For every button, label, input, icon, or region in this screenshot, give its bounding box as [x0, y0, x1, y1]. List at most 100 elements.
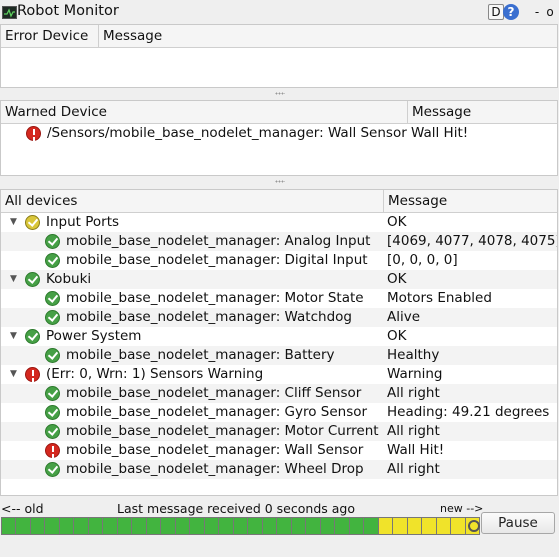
device-message: Heading: 49.21 degrees — [387, 404, 550, 420]
timeline-segment[interactable] — [291, 518, 306, 534]
splitter-handle[interactable] — [0, 90, 559, 98]
error-message-column-header[interactable]: Message — [98, 25, 557, 47]
device-name: mobile_base_nodelet_manager: Wall Sensor — [66, 442, 364, 458]
warned-device-panel[interactable]: Warned Device Message /Sensors/mobile_ba… — [0, 100, 558, 176]
splitter-grip-icon — [275, 92, 285, 95]
timeline-segment[interactable] — [393, 518, 407, 534]
timeline-segment[interactable] — [364, 518, 378, 534]
error-panel-header: Error Device Message — [1, 25, 557, 48]
timeline-segment[interactable] — [88, 518, 103, 534]
tree-item-row[interactable]: mobile_base_nodelet_manager: Analog Inpu… — [1, 232, 557, 251]
tree-group-row[interactable]: ▼ Kobuki OK — [1, 270, 557, 289]
error-device-panel[interactable]: Error Device Message — [0, 24, 558, 88]
timeline-segment[interactable] — [146, 518, 161, 534]
all-devices-panel[interactable]: All devices Message ▼ Input Ports OK mobile… — [0, 189, 558, 496]
timeline-segment[interactable] — [103, 518, 117, 534]
warned-device-name: /Sensors/mobile_base_nodelet_manager: Wa… — [47, 125, 407, 141]
device-message: All right — [387, 385, 440, 401]
timeline-segment[interactable] — [277, 518, 291, 534]
timeline-segment[interactable] — [451, 518, 465, 534]
timeline-segment[interactable] — [204, 518, 219, 534]
error-device-column-header[interactable]: Error Device — [1, 25, 98, 47]
dock-button[interactable]: D — [488, 4, 504, 20]
timeline-segment[interactable] — [74, 518, 88, 534]
timeline-segment[interactable] — [248, 518, 262, 534]
timeline-segment[interactable] — [132, 518, 146, 534]
device-name: mobile_base_nodelet_manager: Battery — [66, 347, 335, 363]
timeline-segment[interactable] — [30, 518, 45, 534]
all-devices-column-header[interactable]: All devices — [1, 190, 383, 212]
tree-group-row[interactable]: ▼ Power System OK — [1, 327, 557, 346]
warned-device-column-header[interactable]: Warned Device — [1, 101, 407, 123]
tree-item-row[interactable]: mobile_base_nodelet_manager: Gyro Sensor… — [1, 403, 557, 422]
ok-status-icon — [45, 253, 60, 268]
tree-group-row[interactable]: ▼ Input Ports OK — [1, 213, 557, 232]
device-message: Motors Enabled — [387, 290, 492, 306]
all-message-column-header[interactable]: Message — [383, 190, 557, 212]
timeline-segment[interactable] — [16, 518, 30, 534]
device-name: mobile_base_nodelet_manager: Motor State — [66, 290, 364, 306]
tree-item-row[interactable]: mobile_base_nodelet_manager: Wall Sensor… — [1, 441, 557, 460]
tree-item-row[interactable]: mobile_base_nodelet_manager: Digital Inp… — [1, 251, 557, 270]
timeline-segment[interactable] — [45, 518, 59, 534]
device-message: [0, 0, 0, 0] — [387, 252, 458, 268]
tree-item-row[interactable]: mobile_base_nodelet_manager: Motor Curre… — [1, 422, 557, 441]
device-message: OK — [387, 328, 407, 344]
tree-group-row[interactable]: ▼ (Err: 0, Wrn: 1) Sensors Warning Warning — [1, 365, 557, 384]
warned-message-column-header[interactable]: Message — [407, 101, 557, 123]
old-label: <-- old — [1, 501, 44, 516]
tree-item-row[interactable]: mobile_base_nodelet_manager: Wheel Drop A… — [1, 460, 557, 479]
device-message: OK — [387, 271, 407, 287]
timeline-segment[interactable] — [320, 518, 335, 534]
expand-arrow-icon[interactable]: ▼ — [10, 365, 20, 384]
timeline-segment[interactable] — [219, 518, 233, 534]
timeline-segment[interactable] — [335, 518, 349, 534]
ok-status-icon — [45, 310, 60, 325]
expand-arrow-icon[interactable]: ▼ — [10, 327, 20, 346]
timeline-segment[interactable] — [262, 518, 277, 534]
timeline-segment[interactable] — [233, 518, 248, 534]
timeline-segment[interactable] — [422, 518, 436, 534]
timeline-segment[interactable] — [161, 518, 175, 534]
device-name: mobile_base_nodelet_manager: Analog Inpu… — [66, 233, 371, 249]
timeline-segment[interactable] — [59, 518, 74, 534]
new-label: new --> — [440, 502, 484, 515]
expand-arrow-icon[interactable]: ▼ — [10, 270, 20, 289]
timeline-current-marker-icon[interactable] — [465, 518, 481, 534]
message-timeline[interactable] — [1, 517, 481, 535]
help-icon[interactable]: ? — [503, 4, 519, 20]
minimize-button[interactable]: - — [532, 4, 542, 20]
timeline-segment[interactable] — [190, 518, 204, 534]
timeline-segment[interactable] — [175, 518, 190, 534]
close-button[interactable]: o — [545, 4, 555, 20]
tree-item-row[interactable]: mobile_base_nodelet_manager: Motor State… — [1, 289, 557, 308]
device-name: Power System — [46, 328, 142, 344]
all-devices-header: All devices Message — [1, 190, 557, 213]
device-message: Alive — [387, 309, 421, 325]
ok-status-icon — [45, 291, 60, 306]
warned-panel-header: Warned Device Message — [1, 101, 557, 124]
pause-button[interactable]: Pause — [481, 512, 555, 534]
device-message: OK — [387, 214, 407, 230]
expand-arrow-icon[interactable]: ▼ — [10, 213, 20, 232]
timeline-segment[interactable] — [306, 518, 320, 534]
device-name: Kobuki — [46, 271, 92, 287]
splitter-handle[interactable] — [0, 178, 559, 186]
tree-item-row[interactable]: mobile_base_nodelet_manager: Cliff Senso… — [1, 384, 557, 403]
timeline-segment[interactable] — [378, 518, 393, 534]
timeline-segment[interactable] — [349, 518, 364, 534]
warned-message: Wall Hit! — [411, 125, 469, 141]
timeline-segment[interactable] — [2, 518, 16, 534]
device-message: Wall Hit! — [387, 442, 445, 458]
timeline-segment[interactable] — [117, 518, 132, 534]
tree-item-row[interactable]: mobile_base_nodelet_manager: Battery Heal… — [1, 346, 557, 365]
device-name: (Err: 0, Wrn: 1) Sensors Warning — [46, 366, 264, 382]
warned-row[interactable]: /Sensors/mobile_base_nodelet_manager: Wa… — [1, 124, 557, 143]
timeline-segment[interactable] — [407, 518, 422, 534]
device-message: All right — [387, 461, 440, 477]
timeline-segment[interactable] — [436, 518, 451, 534]
tree-item-row[interactable]: mobile_base_nodelet_manager: Watchdog Ali… — [1, 308, 557, 327]
device-message: Warning — [387, 366, 443, 382]
ok-status-icon — [45, 424, 60, 439]
last-message-status: Last message received 0 seconds ago — [117, 501, 355, 516]
